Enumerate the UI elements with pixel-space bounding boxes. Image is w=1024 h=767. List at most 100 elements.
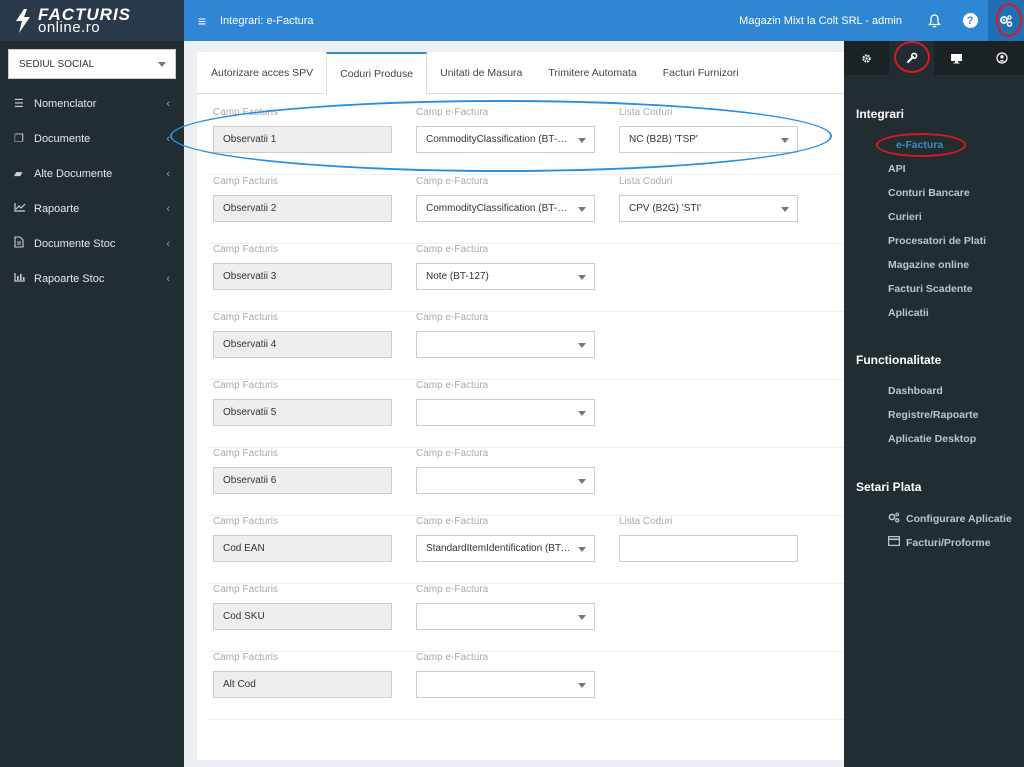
- link-conturi-bancare[interactable]: Conturi Bancare: [888, 187, 970, 199]
- settings-gears-icon[interactable]: [988, 0, 1024, 41]
- sidebar-item-documente-stoc[interactable]: Documente Stoc ‹: [0, 226, 184, 261]
- link-label: Configurare Aplicatie: [906, 513, 1012, 525]
- camp-efactura-select[interactable]: [416, 399, 595, 426]
- gear-icon[interactable]: [844, 41, 889, 75]
- wrench-icon[interactable]: [889, 41, 934, 75]
- link-aplicatii[interactable]: Aplicatii: [888, 307, 929, 319]
- monitor-icon[interactable]: [934, 41, 979, 75]
- select-value: CPV (B2G) 'STI': [629, 203, 702, 214]
- lista-coduri-input[interactable]: [619, 535, 798, 562]
- chevron-left-icon: ‹: [166, 202, 170, 215]
- camp-facturis-label: Camp Facturis: [213, 107, 279, 118]
- tab-autorizare-acces-spv[interactable]: Autorizare acces SPV: [198, 52, 326, 94]
- link-api[interactable]: API: [888, 163, 906, 175]
- folder-icon: ▰: [14, 168, 23, 180]
- chevron-left-icon: ‹: [166, 237, 170, 250]
- camp-facturis-value: Observatii 3: [213, 263, 392, 290]
- company-user-menu[interactable]: Magazin Mixt la Colt SRL - admin: [739, 15, 902, 27]
- select-value: NC (B2B) 'TSP': [629, 134, 698, 145]
- location-select[interactable]: SEDIUL SOCIAL: [8, 49, 176, 79]
- camp-efactura-select[interactable]: CommodityClassification (BT-158): [416, 126, 595, 153]
- tab-bar: Autorizare acces SPV Coduri Produse Unit…: [197, 52, 844, 95]
- mapping-row: Camp Facturis Cod SKU Camp e-Factura: [207, 584, 844, 652]
- link-configurare-aplicatie[interactable]: Configurare Aplicatie: [888, 512, 1012, 526]
- section-title-integrari: Integrari: [856, 107, 905, 121]
- select-value: CommodityClassification (BT-158): [426, 203, 572, 214]
- sidebar-item-rapoarte[interactable]: Rapoarte ‹: [0, 191, 184, 226]
- menu-toggle-icon[interactable]: ≡: [184, 13, 220, 29]
- sidebar-item-label: Alte Documente: [34, 167, 113, 180]
- chevron-left-icon: ‹: [166, 97, 170, 110]
- sidebar-item-nomenclator[interactable]: ☰ Nomenclator ‹: [0, 86, 184, 121]
- user-circle-icon[interactable]: [979, 41, 1024, 75]
- notifications-bell-icon[interactable]: [916, 0, 952, 41]
- mapping-row: Camp Facturis Observatii 3 Camp e-Factur…: [207, 244, 844, 312]
- camp-facturis-label: Camp Facturis: [213, 448, 279, 459]
- tab-facturi-furnizori[interactable]: Facturi Furnizori: [650, 52, 752, 94]
- camp-facturis-label: Camp Facturis: [213, 516, 279, 527]
- camp-efactura-select[interactable]: [416, 671, 595, 698]
- link-facturi-scadente[interactable]: Facturi Scadente: [888, 283, 973, 295]
- camp-efactura-select[interactable]: [416, 467, 595, 494]
- sidebar-item-rapoarte-stoc[interactable]: Rapoarte Stoc ‹: [0, 261, 184, 296]
- chevron-down-icon: [781, 138, 789, 143]
- camp-facturis-value: Cod SKU: [213, 603, 392, 630]
- camp-efactura-label: Camp e-Factura: [416, 244, 489, 255]
- tab-trimitere-automata[interactable]: Trimitere Automata: [535, 52, 649, 94]
- sidebar-item-label: Rapoarte: [34, 202, 80, 215]
- camp-facturis-label: Camp Facturis: [213, 312, 279, 323]
- mapping-row: Camp Facturis Observatii 1 Camp e-Factur…: [207, 107, 844, 175]
- logo[interactable]: FACTURIS online.ro: [0, 0, 184, 41]
- link-procesatori-de-plati[interactable]: Procesatori de Plati: [888, 235, 986, 247]
- sidebar-item-label: Nomenclator: [34, 97, 97, 110]
- control-sidebar: Integrari e-Factura API Conturi Bancare …: [844, 41, 1024, 767]
- control-sidebar-tabs: [844, 41, 1024, 75]
- link-e-factura[interactable]: e-Factura: [896, 139, 943, 151]
- camp-efactura-select[interactable]: CommodityClassification (BT-158): [416, 195, 595, 222]
- lista-coduri-select[interactable]: CPV (B2G) 'STI': [619, 195, 798, 222]
- chevron-down-icon: [578, 683, 586, 688]
- link-aplicatie-desktop[interactable]: Aplicatie Desktop: [888, 433, 976, 445]
- chevron-down-icon: [578, 547, 586, 552]
- chart-line-icon: [14, 202, 34, 215]
- sidebar-item-label: Documente Stoc: [34, 237, 116, 250]
- chevron-down-icon: [578, 615, 586, 620]
- main-panel: Autorizare acces SPV Coduri Produse Unit…: [197, 52, 844, 760]
- link-dashboard[interactable]: Dashboard: [888, 385, 943, 397]
- tab-coduri-produse[interactable]: Coduri Produse: [326, 52, 428, 95]
- chevron-left-icon: ‹: [166, 167, 170, 180]
- lista-coduri-select[interactable]: NC (B2B) 'TSP': [619, 126, 798, 153]
- link-magazine-online[interactable]: Magazine online: [888, 259, 969, 271]
- left-sidebar: SEDIUL SOCIAL ☰ Nomenclator ‹ ❐ Document…: [0, 41, 184, 767]
- camp-efactura-select[interactable]: [416, 603, 595, 630]
- mapping-row: Camp Facturis Observatii 4 Camp e-Factur…: [207, 312, 844, 380]
- top-bar: ≡ Integrari: e-Factura Magazin Mixt la C…: [184, 0, 1024, 41]
- sidebar-item-documente[interactable]: ❐ Documente ‹: [0, 121, 184, 156]
- lista-coduri-label: Lista Coduri: [619, 176, 673, 187]
- chevron-down-icon: [578, 343, 586, 348]
- sidebar-item-label: Documente: [34, 132, 91, 145]
- file-icon: [14, 236, 34, 251]
- camp-efactura-select[interactable]: Note (BT-127): [416, 263, 595, 290]
- camp-facturis-label: Camp Facturis: [213, 176, 279, 187]
- chevron-left-icon: ‹: [166, 272, 170, 285]
- tab-unitati-de-masura[interactable]: Unitati de Masura: [427, 52, 535, 94]
- mapping-row: Camp Facturis Observatii 2 Camp e-Factur…: [207, 176, 844, 244]
- camp-efactura-select[interactable]: [416, 331, 595, 358]
- camp-facturis-label: Camp Facturis: [213, 244, 279, 255]
- link-label: Facturi/Proforme: [906, 536, 991, 549]
- chevron-down-icon: [578, 207, 586, 212]
- camp-facturis-value: Observatii 4: [213, 331, 392, 358]
- breadcrumb: Integrari: e-Factura: [220, 14, 314, 27]
- camp-efactura-label: Camp e-Factura: [416, 312, 489, 323]
- lista-coduri-label: Lista Coduri: [619, 107, 673, 118]
- lista-coduri-label: Lista Coduri: [619, 516, 673, 527]
- link-curieri[interactable]: Curieri: [888, 211, 922, 223]
- camp-efactura-select[interactable]: StandardItemIdentification (BT-157): [416, 535, 595, 562]
- sidebar-item-alte-documente[interactable]: ▰ Alte Documente ‹: [0, 156, 184, 191]
- link-facturi-proforme[interactable]: Facturi/Proforme: [888, 536, 991, 549]
- help-icon[interactable]: ?: [952, 0, 988, 41]
- select-value: Note (BT-127): [426, 271, 489, 282]
- link-registre-rapoarte[interactable]: Registre/Rapoarte: [888, 409, 978, 421]
- chevron-left-icon: ‹: [166, 132, 170, 145]
